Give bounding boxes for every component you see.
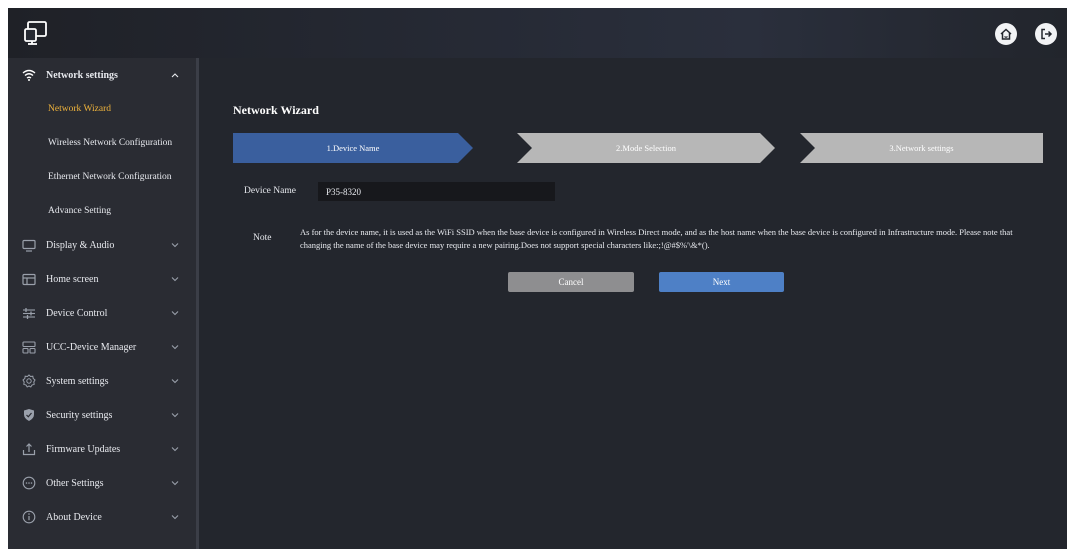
wizard-steps: 1.Device Name 2.Mode Selection 3.Network… (233, 133, 1043, 163)
sidebar-item-label: About Device (46, 511, 102, 523)
device-name-input[interactable] (318, 182, 555, 201)
sidebar-item-about-device[interactable]: About Device (8, 500, 196, 534)
sliders-icon (22, 306, 36, 320)
step-label: 1.Device Name (326, 143, 380, 153)
chevron-up-icon (170, 70, 180, 80)
sidebar-subitem-network-wizard[interactable]: Network Wizard (8, 92, 196, 126)
step-label: 2.Mode Selection (616, 143, 676, 153)
device-name-label: Device Name (244, 186, 296, 196)
sidebar-item-label: Display & Audio (46, 239, 115, 251)
sidebar-item-label: Home screen (46, 273, 99, 285)
sidebar-item-label: Firmware Updates (46, 443, 121, 455)
sidebar-item-network-settings[interactable]: Network settings (8, 58, 196, 92)
sidebar-item-device-control[interactable]: Device Control (8, 296, 196, 330)
main-content: Network Wizard 1.Device Name 2.Mode Sele… (199, 58, 1067, 549)
sidebar-item-home-screen[interactable]: Home screen (8, 262, 196, 296)
home-icon[interactable] (995, 23, 1017, 45)
step-network-settings[interactable]: 3.Network settings (800, 133, 1043, 163)
top-bar (8, 8, 1067, 58)
step-device-name[interactable]: 1.Device Name (233, 133, 473, 163)
sidebar-item-security-settings[interactable]: Security settings (8, 398, 196, 432)
sidebar-item-label: Device Control (46, 307, 108, 319)
upload-icon (22, 442, 36, 456)
sidebar-item-label: Security settings (46, 409, 113, 421)
more-icon (22, 476, 36, 490)
chevron-down-icon (170, 274, 180, 284)
app-window: Network settings Network Wizard Wireless… (8, 8, 1067, 549)
sidebar-subitem-label: Advance Setting (48, 206, 112, 216)
chevron-down-icon (170, 308, 180, 318)
chevron-down-icon (170, 342, 180, 352)
screen-mirror-logo-icon (22, 18, 52, 48)
sidebar-item-ucc-device-manager[interactable]: UCC-Device Manager (8, 330, 196, 364)
shield-icon (22, 408, 36, 422)
sidebar-subitem-advance-setting[interactable]: Advance Setting (8, 194, 196, 228)
step-mode-selection[interactable]: 2.Mode Selection (517, 133, 775, 163)
wifi-icon (22, 68, 36, 82)
sidebar-subitem-ethernet-network-configuration[interactable]: Ethernet Network Configuration (8, 160, 196, 194)
chevron-down-icon (170, 512, 180, 522)
logout-icon[interactable] (1035, 23, 1057, 45)
step-label: 3.Network settings (889, 143, 954, 153)
device-manager-icon (22, 340, 36, 354)
sidebar-item-label: Other Settings (46, 477, 104, 489)
chevron-down-icon (170, 376, 180, 386)
sidebar-subitem-label: Ethernet Network Configuration (48, 172, 172, 182)
sidebar-item-label: Network settings (46, 69, 118, 81)
next-button[interactable]: Next (659, 272, 784, 292)
chevron-down-icon (170, 478, 180, 488)
sidebar-item-firmware-updates[interactable]: Firmware Updates (8, 432, 196, 466)
gear-icon (22, 374, 36, 388)
sidebar-item-display-audio[interactable]: Display & Audio (8, 228, 196, 262)
sidebar: Network settings Network Wizard Wireless… (8, 58, 199, 549)
sidebar-item-system-settings[interactable]: System settings (8, 364, 196, 398)
sidebar-subitem-label: Wireless Network Configuration (48, 138, 173, 148)
page-title: Network Wizard (233, 103, 319, 117)
chevron-down-icon (170, 410, 180, 420)
home-screen-icon (22, 272, 36, 286)
note-text: As for the device name, it is used as th… (300, 227, 1013, 250)
chevron-down-icon (170, 240, 180, 250)
cancel-button[interactable]: Cancel (508, 272, 634, 292)
sidebar-item-other-settings[interactable]: Other Settings (8, 466, 196, 500)
sidebar-subitem-label: Network Wizard (48, 104, 112, 114)
note-label: Note (253, 233, 272, 243)
sidebar-item-label: System settings (46, 375, 109, 387)
sidebar-item-label: UCC-Device Manager (46, 341, 137, 353)
sidebar-subitem-wireless-network-configuration[interactable]: Wireless Network Configuration (8, 126, 196, 160)
monitor-icon (22, 238, 36, 252)
info-icon (22, 510, 36, 524)
chevron-down-icon (170, 444, 180, 454)
